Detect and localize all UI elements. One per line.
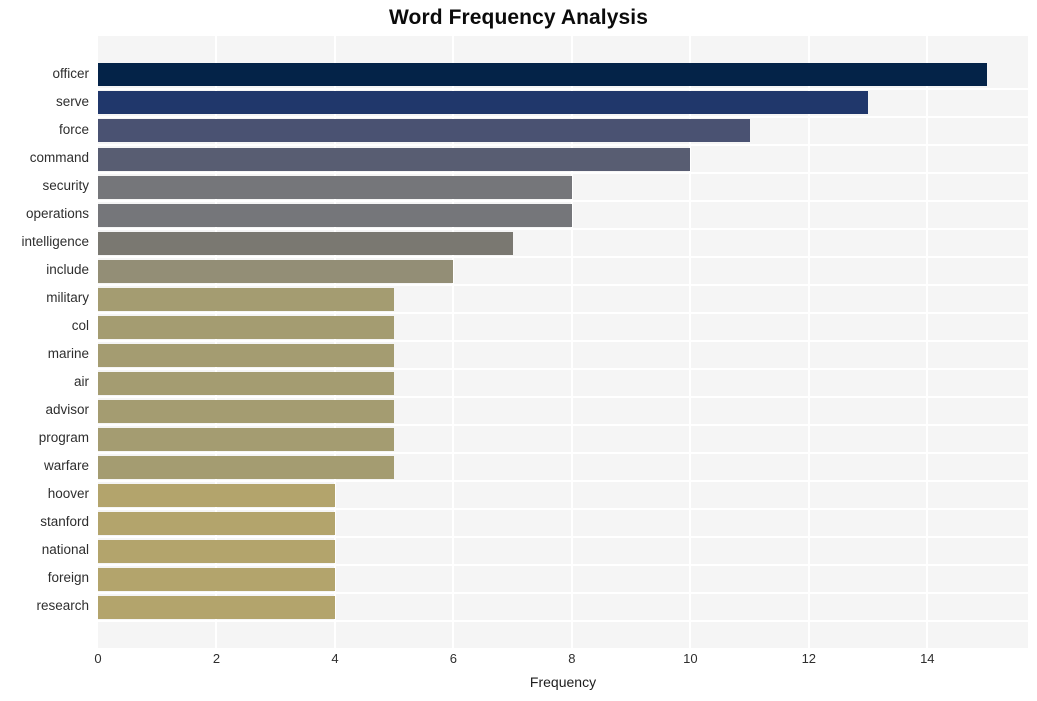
bar[interactable] bbox=[98, 595, 335, 619]
gridline-horizontal bbox=[98, 536, 1028, 539]
gridline-horizontal bbox=[98, 228, 1028, 231]
y-axis-tick-label: stanford bbox=[40, 514, 89, 530]
y-axis-tick-label: hoover bbox=[47, 486, 89, 502]
y-axis-tick-label: intelligence bbox=[21, 234, 89, 250]
y-axis-tick-label: air bbox=[73, 374, 89, 390]
gridline-horizontal bbox=[98, 368, 1028, 371]
bar[interactable] bbox=[98, 539, 335, 563]
x-axis-title: Frequency bbox=[529, 674, 597, 690]
x-axis-tick-label: 0 bbox=[94, 651, 102, 666]
bar[interactable] bbox=[98, 343, 395, 367]
gridline-horizontal bbox=[98, 256, 1028, 259]
y-axis-tick-label: research bbox=[36, 598, 89, 614]
bar[interactable] bbox=[98, 175, 572, 199]
bar[interactable] bbox=[98, 287, 395, 311]
y-axis-tick-label: security bbox=[42, 178, 89, 194]
gridline-horizontal bbox=[98, 200, 1028, 203]
y-axis-tick-label: officer bbox=[52, 65, 89, 81]
y-axis-tick-label: col bbox=[71, 318, 89, 334]
bar[interactable] bbox=[98, 231, 513, 255]
x-axis-tick-label: 8 bbox=[568, 651, 576, 666]
bar[interactable] bbox=[98, 427, 395, 451]
gridline-horizontal bbox=[98, 340, 1028, 343]
y-axis-tick-label: military bbox=[46, 290, 89, 306]
x-axis-tick-label: 10 bbox=[683, 651, 698, 666]
bar[interactable] bbox=[98, 483, 335, 507]
gridline-horizontal bbox=[98, 87, 1028, 90]
x-axis-tick-label: 4 bbox=[331, 651, 339, 666]
bar[interactable] bbox=[98, 455, 395, 479]
bar[interactable] bbox=[98, 399, 395, 423]
gridline-horizontal bbox=[98, 396, 1028, 399]
chart-figure: Word Frequency Analysis officer serve forc… bbox=[0, 0, 1037, 701]
bar[interactable] bbox=[98, 567, 335, 591]
y-axis-tick-label: foreign bbox=[47, 570, 89, 586]
x-axis-tick-label: 14 bbox=[920, 651, 935, 666]
y-axis-tick-label: national bbox=[41, 542, 89, 558]
bar[interactable] bbox=[98, 315, 395, 339]
bar[interactable] bbox=[98, 511, 335, 535]
gridline-horizontal bbox=[98, 424, 1028, 427]
y-axis-tick-label: marine bbox=[47, 346, 89, 362]
y-axis-tick-label: warfare bbox=[43, 458, 89, 474]
y-axis-tick-label: advisor bbox=[45, 402, 89, 418]
y-axis-tick-label: include bbox=[46, 262, 89, 278]
gridline-horizontal bbox=[98, 144, 1028, 146]
y-axis-tick-label: program bbox=[38, 430, 89, 446]
bar[interactable] bbox=[98, 119, 750, 143]
y-axis-tick-label: serve bbox=[55, 93, 89, 109]
chart-title: Word Frequency Analysis bbox=[388, 6, 649, 29]
gridline-horizontal bbox=[98, 115, 1028, 118]
gridline-horizontal bbox=[98, 592, 1028, 595]
bar[interactable] bbox=[98, 91, 869, 115]
bar[interactable] bbox=[98, 147, 691, 171]
gridline-horizontal bbox=[98, 508, 1028, 511]
gridline-horizontal bbox=[98, 620, 1028, 623]
x-axis-tick-label: 12 bbox=[801, 651, 817, 666]
x-axis-tick-label: 6 bbox=[449, 651, 458, 666]
bar[interactable] bbox=[98, 259, 454, 283]
gridline-horizontal bbox=[98, 284, 1028, 287]
plot-area bbox=[98, 36, 1028, 648]
y-axis-tick-label: force bbox=[58, 121, 89, 137]
gridline-horizontal bbox=[98, 312, 1028, 315]
gridline-horizontal bbox=[98, 452, 1028, 455]
y-axis-tick-label: operations bbox=[25, 206, 89, 222]
y-axis-tick-label: command bbox=[29, 150, 89, 166]
x-axis-tick-label: 2 bbox=[212, 651, 221, 666]
bar[interactable] bbox=[98, 63, 987, 87]
gridline-horizontal bbox=[98, 480, 1028, 483]
gridline-horizontal bbox=[98, 564, 1028, 567]
bar[interactable] bbox=[98, 371, 395, 395]
gridline-horizontal bbox=[98, 172, 1028, 175]
bar[interactable] bbox=[98, 203, 572, 227]
